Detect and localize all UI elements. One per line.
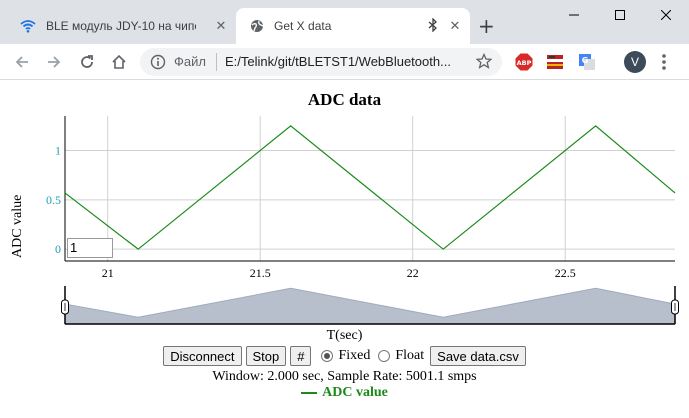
translate-icon[interactable]: G [578, 53, 596, 71]
status-text: Window: 2.000 sec, Sample Rate: 5001.1 s… [212, 369, 477, 384]
chart-title: ADC data [307, 90, 382, 109]
fixed-radio-label: Fixed [338, 348, 371, 363]
back-button[interactable] [10, 50, 34, 74]
float-radio-label: Float [395, 348, 425, 363]
tick-labels: 21 21.5 22 22.5 0 0.5 1 [46, 144, 576, 280]
x-tick-label: 22.5 [555, 266, 576, 280]
y-tick-label: 0 [55, 242, 61, 256]
x-tick-label: 21.5 [250, 266, 271, 280]
grid [65, 116, 675, 261]
arrow-left-icon [15, 56, 28, 68]
url-text[interactable]: E:/Telink/git/tBLETST1/WebBluetooth... [225, 54, 470, 69]
home-button[interactable] [107, 50, 131, 74]
x-tick-label: 21 [102, 266, 114, 280]
value-readout-box[interactable]: 1 [67, 238, 113, 258]
home-icon [112, 54, 126, 69]
series [64, 125, 676, 250]
float-radio[interactable] [378, 350, 391, 362]
close-icon[interactable]: ✕ [448, 18, 462, 33]
tab-ble-module[interactable]: BLE модуль JDY-10 на чипе TL ✕ [8, 8, 236, 44]
tab-title: BLE модуль JDY-10 на чипе TL [46, 19, 196, 33]
tab-title: Get X data [274, 19, 332, 33]
reload-icon [81, 55, 93, 68]
legend-label: ADC value [322, 385, 388, 400]
minimize-icon [569, 14, 579, 16]
tab-strip: BLE модуль JDY-10 на чипе TL ✕ Get X dat… [0, 0, 689, 44]
hash-button[interactable]: # [290, 346, 312, 366]
info-icon [150, 54, 166, 70]
save-csv-button[interactable]: Save data.csv [430, 346, 526, 366]
address-bar[interactable]: Файл E:/Telink/git/tBLETST1/WebBluetooth… [140, 48, 502, 76]
series-line-adc-value [64, 125, 676, 250]
avatar[interactable]: V [624, 51, 646, 73]
legend-swatch [301, 392, 318, 394]
stop-button[interactable]: Stop [245, 346, 287, 366]
flag-extension-icon[interactable] [546, 53, 564, 71]
adblock-label: ABP [517, 59, 532, 67]
range-selector[interactable] [61, 286, 679, 325]
star-icon[interactable] [476, 53, 492, 69]
tab-get-x-data[interactable]: Get X data ✕ [236, 8, 470, 44]
more-menu-icon[interactable] [656, 52, 672, 72]
new-tab-button[interactable]: + [478, 14, 495, 38]
close-window-button[interactable] [643, 0, 689, 30]
range-selector-area [64, 287, 676, 325]
globe-icon [251, 20, 264, 32]
y-tick-label: 0.5 [46, 193, 61, 207]
browser-toolbar: Файл E:/Telink/git/tBLETST1/WebBluetooth… [0, 44, 689, 80]
bluetooth-icon [428, 18, 437, 32]
maximize-button[interactable] [597, 0, 643, 30]
adblock-icon[interactable]: ABP [515, 53, 533, 71]
minimize-button[interactable] [551, 0, 597, 30]
wifi-icon [20, 20, 36, 33]
x-tick-label: 22 [407, 266, 419, 280]
reload-button[interactable] [75, 50, 99, 74]
x-axis-label: T(sec) [326, 328, 363, 343]
control-bar: Disconnect Stop # Fixed Float Save data.… [0, 346, 689, 366]
arrow-right-icon [48, 56, 61, 68]
chart: 21 21.5 22 22.5 0 0.5 1 [46, 116, 679, 325]
y-tick-label: 1 [55, 144, 61, 158]
url-scheme-label: Файл [174, 54, 206, 69]
axes [64, 116, 675, 262]
divider [216, 53, 217, 71]
maximize-icon [615, 10, 625, 20]
close-icon[interactable]: ✕ [214, 18, 228, 33]
forward-button[interactable] [42, 50, 66, 74]
legend: ADC value [0, 385, 689, 401]
fixed-radio[interactable] [321, 350, 334, 362]
svg-text:G: G [582, 56, 589, 65]
close-icon [661, 10, 671, 20]
disconnect-button[interactable]: Disconnect [163, 346, 242, 366]
